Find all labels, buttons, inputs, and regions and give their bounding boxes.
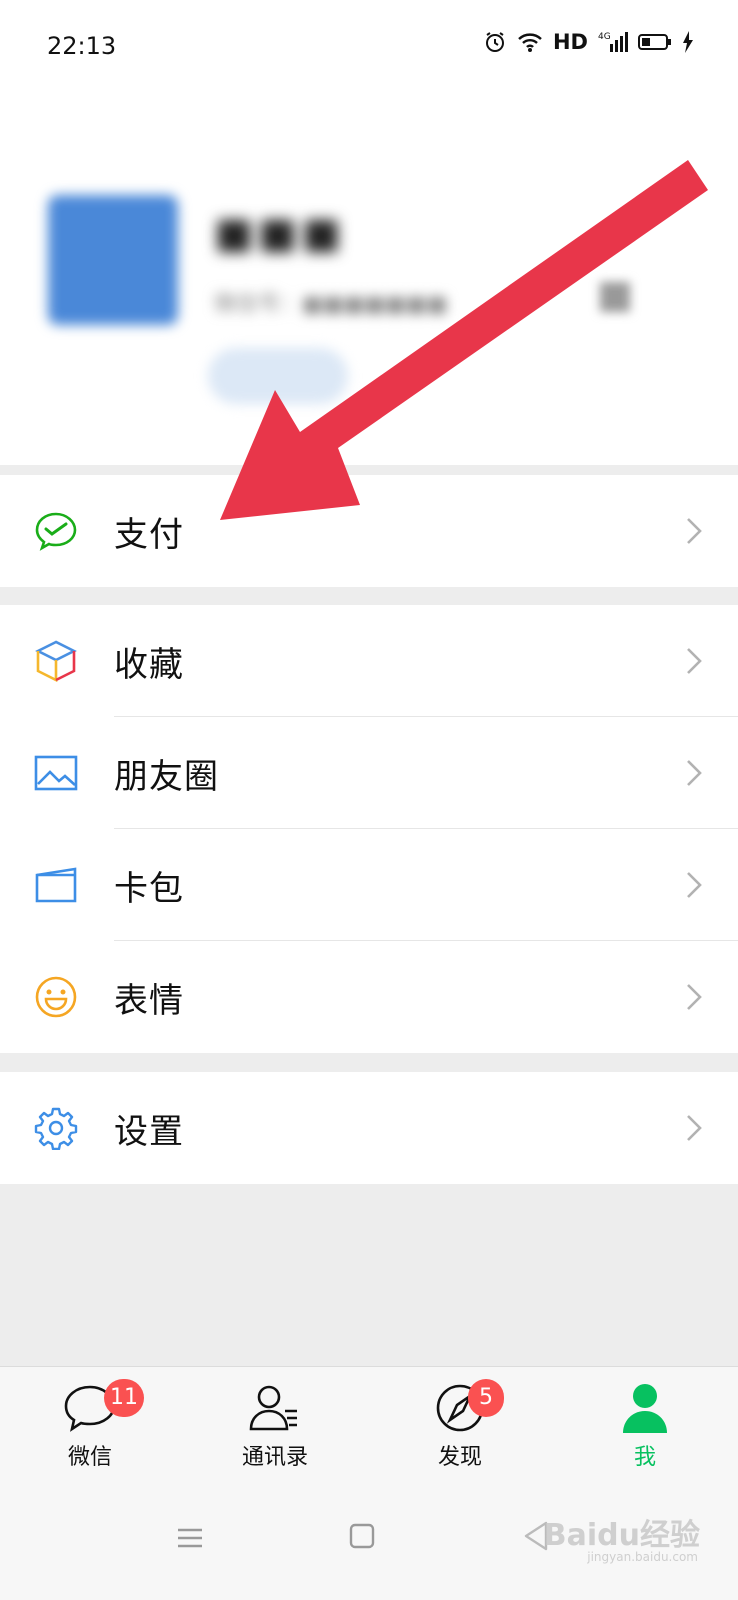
smiley-icon — [34, 975, 78, 1019]
signal-icon: 4G — [598, 30, 628, 54]
tab-chats[interactable]: 微信 11 — [30, 1379, 150, 1491]
person-icon — [623, 1384, 667, 1433]
tab-label-contacts: 通讯录 — [241, 1445, 308, 1470]
menu-item-settings[interactable]: 设置 — [0, 1072, 738, 1184]
unread-badge: 11 — [104, 1379, 144, 1417]
tab-me[interactable]: 我 — [585, 1381, 705, 1491]
menu-label-pay: 支付 — [114, 514, 184, 555]
wechat-id: 微信号：■■■■■■■ — [214, 292, 448, 317]
chevron-right-icon — [687, 872, 702, 898]
tab-label-discover: 发现 — [437, 1445, 482, 1470]
svg-text:4G: 4G — [598, 32, 611, 42]
wechat-pay-icon — [34, 509, 78, 553]
menu-icon[interactable] — [176, 1524, 204, 1552]
qr-code-icon[interactable] — [600, 282, 630, 312]
battery-icon — [638, 32, 672, 52]
main-menu-section: 收藏 朋友圈 卡包 表情 — [0, 605, 738, 1053]
wifi-icon — [517, 31, 543, 53]
gear-icon — [34, 1106, 78, 1150]
chevron-right-icon — [687, 760, 702, 786]
menu-item-stickers[interactable]: 表情 — [0, 941, 738, 1053]
nickname: ■■■ — [214, 208, 346, 257]
contacts-icon — [249, 1385, 297, 1431]
alarm-icon — [483, 30, 507, 54]
card-wallet-icon — [34, 863, 78, 907]
menu-item-moments[interactable]: 朋友圈 — [0, 717, 738, 829]
chevron-right-icon — [687, 984, 702, 1010]
status-icons: HD 4G — [483, 30, 694, 54]
profile-header[interactable]: ■■■ 微信号：■■■■■■■ — [0, 90, 738, 465]
pay-section: 支付 — [0, 475, 738, 587]
moments-image-icon — [34, 751, 78, 795]
watermark-url: jingyan.baidu.com — [587, 1550, 698, 1564]
menu-item-cards[interactable]: 卡包 — [0, 829, 738, 941]
tab-contacts[interactable]: 通讯录 — [215, 1381, 335, 1491]
menu-item-pay[interactable]: 支付 — [0, 475, 738, 587]
status-bar: 22:13 HD 4G — [0, 0, 738, 90]
chevron-right-icon — [687, 1115, 702, 1141]
status-time: 22:13 — [47, 32, 117, 60]
tab-bar: 微信 11 通讯录 发现 5 我 — [0, 1366, 738, 1497]
menu-label-cards: 卡包 — [114, 868, 184, 909]
settings-section: 设置 — [0, 1072, 738, 1184]
tab-label-me: 我 — [633, 1445, 656, 1470]
menu-label-favorites: 收藏 — [114, 644, 184, 685]
menu-label-settings: 设置 — [114, 1111, 184, 1152]
chevron-right-icon — [687, 648, 702, 674]
chevron-right-icon — [687, 518, 702, 544]
unread-badge: 5 — [468, 1379, 504, 1417]
menu-label-moments: 朋友圈 — [114, 756, 219, 797]
favorites-cube-icon — [34, 639, 78, 683]
charging-icon — [682, 31, 694, 53]
tab-label-chats: 微信 — [67, 1445, 112, 1470]
status-button[interactable] — [208, 348, 348, 404]
hd-indicator: HD — [552, 30, 588, 54]
home-icon[interactable] — [348, 1522, 376, 1550]
menu-label-stickers: 表情 — [114, 980, 184, 1021]
watermark: Baidu经验 — [543, 1518, 700, 1553]
avatar[interactable] — [48, 195, 178, 325]
tab-discover[interactable]: 发现 5 — [400, 1379, 520, 1491]
menu-item-favorites[interactable]: 收藏 — [0, 605, 738, 717]
